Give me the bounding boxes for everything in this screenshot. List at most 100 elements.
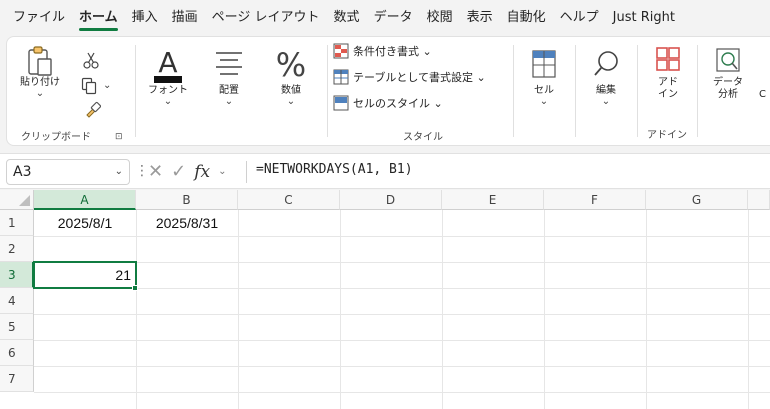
gridline: [544, 210, 545, 409]
data-analysis-button[interactable]: データ 分析: [701, 45, 755, 101]
cell-b1[interactable]: 2025/8/31: [136, 210, 238, 236]
dialog-launcher-icon[interactable]: ⊡: [115, 132, 123, 142]
clipboard-group-label: クリップボード: [21, 132, 91, 143]
fill-handle[interactable]: [132, 285, 138, 291]
font-button[interactable]: A フォント ⌄: [141, 45, 195, 107]
column-header-d[interactable]: D: [340, 190, 442, 210]
gridline: [748, 210, 749, 409]
addins-label-line2: イン: [658, 89, 678, 100]
number-format-button[interactable]: % 数値 ⌄: [265, 45, 317, 107]
cell-styles-label: セルのスタイル ⌄: [353, 97, 443, 110]
conditional-formatting-icon: [333, 43, 349, 59]
tab-file[interactable]: ファイル: [6, 0, 72, 36]
column-header-g[interactable]: G: [646, 190, 748, 210]
editing-button[interactable]: 編集 ⌄: [581, 45, 631, 107]
addins-group-label: アドイン: [647, 130, 687, 141]
chevron-down-icon: ⌄: [103, 80, 112, 91]
row-header-2[interactable]: 2: [0, 236, 34, 262]
gridline: [34, 262, 770, 263]
enter-icon[interactable]: ✓: [171, 161, 186, 182]
tab-review[interactable]: 校閲: [420, 0, 460, 36]
column-header-e[interactable]: E: [442, 190, 544, 210]
column-header-b[interactable]: B: [136, 190, 238, 210]
styles-group: 条件付き書式 ⌄ テーブルとして書式設定 ⌄ セルのスタイル ⌄ スタイル: [333, 37, 513, 147]
column-header-partial[interactable]: [748, 190, 770, 210]
column-header-a[interactable]: A: [34, 190, 136, 210]
conditional-formatting-button[interactable]: 条件付き書式 ⌄: [333, 43, 432, 59]
formula-divider: [246, 161, 247, 183]
cells-button[interactable]: セル ⌄: [519, 45, 569, 107]
tab-data[interactable]: データ: [367, 0, 420, 36]
active-cell-border: [33, 261, 137, 289]
gridline: [34, 392, 770, 393]
group-divider: [513, 45, 514, 137]
gridline: [340, 210, 341, 409]
chevron-down-icon[interactable]: ⌄: [218, 166, 226, 177]
formula-input[interactable]: =NETWORKDAYS(A1, B1): [256, 162, 413, 177]
column-header-f[interactable]: F: [544, 190, 646, 210]
alignment-button[interactable]: 配置 ⌄: [203, 45, 255, 107]
tab-insert[interactable]: 挿入: [125, 0, 165, 36]
ribbon-tabs: ファイル ホーム 挿入 描画 ページ レイアウト 数式 データ 校閲 表示 自動…: [0, 0, 770, 36]
cell-styles-icon: [333, 95, 349, 111]
data-analysis-label-line2: 分析: [718, 89, 738, 100]
copy-button[interactable]: ⌄: [81, 77, 111, 95]
excel-window: ファイル ホーム 挿入 描画 ページ レイアウト 数式 データ 校閲 表示 自動…: [0, 0, 770, 409]
group-divider: [697, 45, 698, 137]
row-header-4[interactable]: 4: [0, 288, 34, 314]
paste-button[interactable]: 貼り付け ⌄: [17, 45, 63, 99]
format-as-table-button[interactable]: テーブルとして書式設定 ⌄: [333, 69, 486, 85]
row-header-7[interactable]: 7: [0, 366, 34, 392]
format-painter-icon[interactable]: [85, 101, 101, 119]
group-divider: [637, 45, 638, 137]
tab-formulas[interactable]: 数式: [327, 0, 367, 36]
group-divider: [327, 45, 328, 137]
insert-function-icon[interactable]: fx: [194, 162, 210, 182]
format-as-table-label: テーブルとして書式設定 ⌄: [353, 71, 486, 84]
cell-styles-button[interactable]: セルのスタイル ⌄: [333, 95, 443, 111]
chevron-down-icon: ⌄: [35, 88, 45, 99]
cell-a1[interactable]: 2025/8/1: [34, 210, 136, 236]
chevron-down-icon: ⌄: [224, 96, 234, 107]
tab-view[interactable]: 表示: [460, 0, 500, 36]
more-icon[interactable]: ⋮: [135, 163, 149, 179]
tab-page-layout[interactable]: ページ レイアウト: [205, 0, 327, 36]
paste-icon: [28, 46, 52, 76]
row-header-1[interactable]: 1: [0, 210, 34, 236]
formula-bar: A3 ⌄ ⋮ ✕ ✓ fx ⌄ =NETWORKDAYS(A1, B1): [0, 153, 770, 189]
tab-home[interactable]: ホーム: [72, 0, 125, 36]
tab-draw[interactable]: 描画: [165, 0, 205, 36]
gridline: [34, 366, 770, 367]
table-icon: [333, 69, 349, 85]
styles-group-label: スタイル: [403, 132, 443, 143]
name-box[interactable]: A3 ⌄: [6, 159, 130, 185]
tab-automate[interactable]: 自動化: [500, 0, 553, 36]
gridline: [442, 210, 443, 409]
row-header-6[interactable]: 6: [0, 340, 34, 366]
row-header-3[interactable]: 3: [0, 262, 34, 288]
addins-icon: [656, 47, 680, 71]
gridline: [136, 210, 137, 409]
percent-icon: %: [275, 46, 307, 84]
gridline: [238, 210, 239, 409]
ribbon: 貼り付け ⌄ ⌄ クリップボード ⊡ A フォント ⌄ 配置 ⌄ % 数値 ⌄ …: [6, 36, 770, 146]
gridline: [34, 340, 770, 341]
data-analysis-label-line1: データ: [713, 77, 743, 88]
column-header-c[interactable]: C: [238, 190, 340, 210]
select-all-button[interactable]: [0, 190, 34, 210]
group-divider: [575, 45, 576, 137]
chevron-down-icon[interactable]: ⌄: [115, 160, 123, 184]
font-icon: A: [154, 46, 182, 83]
worksheet-grid[interactable]: A B C D E F G 1 2 3 4 5 6 7 2025/8/1 202…: [0, 190, 770, 409]
addins-button[interactable]: アド イン: [643, 45, 693, 101]
cut-off-ribbon-label: C: [759, 89, 766, 100]
tab-just-right[interactable]: Just Right: [606, 0, 682, 36]
chevron-down-icon: ⌄: [601, 96, 611, 107]
cancel-icon[interactable]: ✕: [148, 161, 163, 182]
chevron-down-icon: ⌄: [539, 96, 549, 107]
tab-help[interactable]: ヘルプ: [553, 0, 606, 36]
name-box-value: A3: [13, 164, 32, 180]
clipboard-group: 貼り付け ⌄ ⌄ クリップボード ⊡: [7, 37, 133, 147]
row-header-5[interactable]: 5: [0, 314, 34, 340]
cut-icon[interactable]: [83, 51, 99, 69]
